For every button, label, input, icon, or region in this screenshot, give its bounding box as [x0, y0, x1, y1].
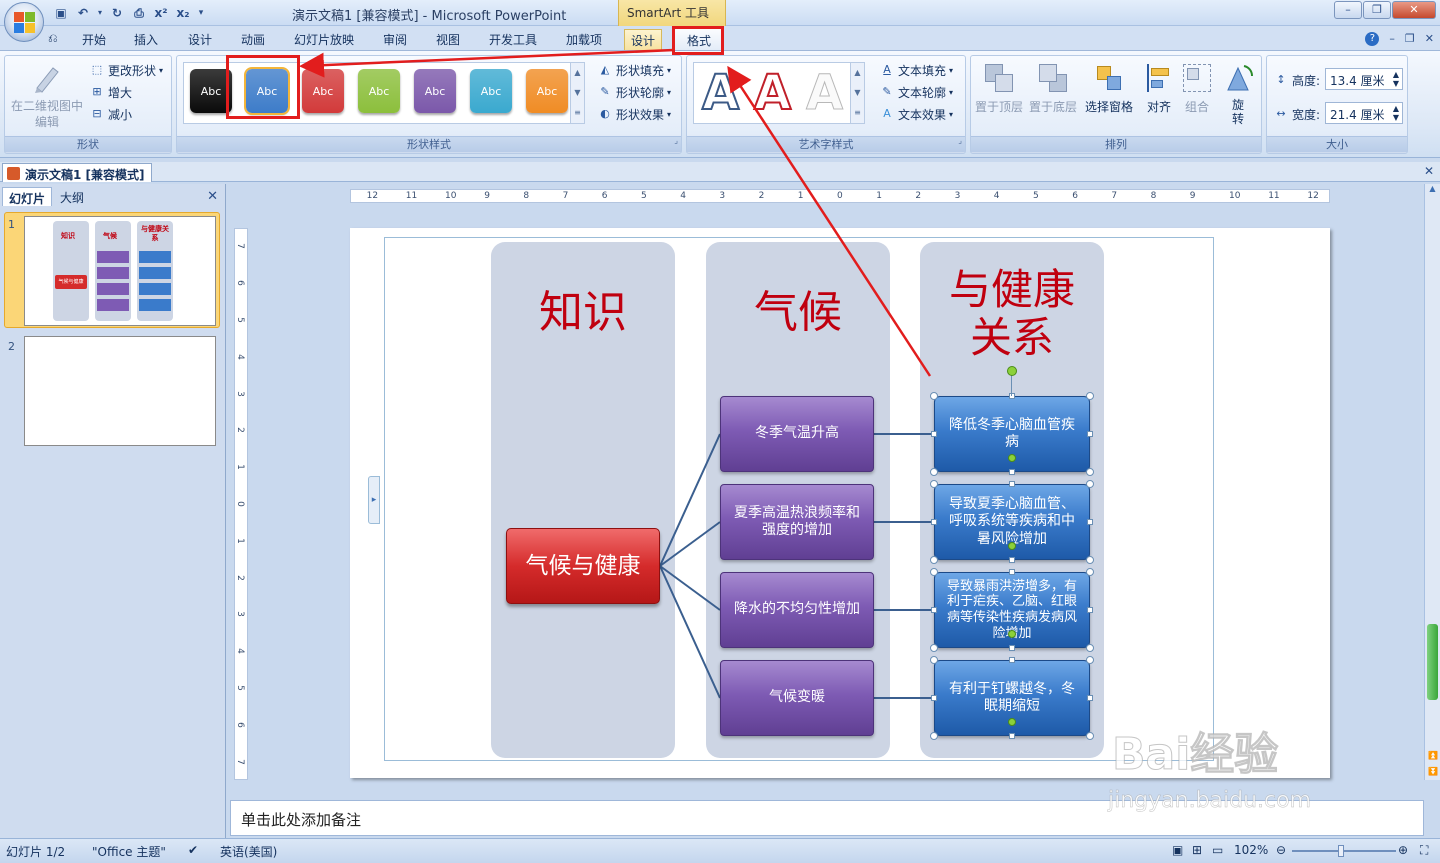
theme-name: "Office 主题"	[92, 845, 166, 859]
notes-placeholder: 单击此处添加备注	[241, 811, 362, 829]
slide-sorter-icon[interactable]: ⊞	[1192, 843, 1202, 857]
slide-position: 幻灯片 1/2	[6, 845, 66, 859]
status-bar: 幻灯片 1/2 "Office 主题" ✔ 英语(美国) ▣ ⊞ ▭ 102% …	[0, 838, 1440, 863]
vertical-scrollbar[interactable]: ▲ ⏫ ⏬	[1424, 184, 1440, 780]
scroll-up-icon[interactable]: ▲	[1425, 184, 1440, 200]
zoom-in-icon[interactable]: ⊕	[1398, 843, 1408, 857]
zoom-slider[interactable]	[1292, 850, 1396, 852]
office-logo-icon	[14, 12, 36, 34]
zoom-level[interactable]: 102%	[1234, 843, 1268, 857]
office-button[interactable]	[4, 2, 44, 42]
spellcheck-icon[interactable]: ✔	[188, 843, 198, 857]
next-slide-icon[interactable]: ⏬	[1425, 767, 1440, 776]
slideshow-view-icon[interactable]: ▭	[1212, 843, 1223, 857]
notes-pane[interactable]: 单击此处添加备注	[230, 800, 1424, 836]
language[interactable]: 英语(美国)	[220, 843, 277, 860]
zoom-slider-thumb[interactable]	[1338, 845, 1344, 857]
fit-to-window-icon[interactable]: ⛶	[1420, 843, 1428, 858]
normal-view-icon[interactable]: ▣	[1172, 843, 1183, 857]
annotation-arrows	[299, 48, 932, 377]
scroll-thumb[interactable]	[1427, 624, 1438, 700]
zoom-out-icon[interactable]: ⊖	[1276, 843, 1286, 857]
prev-slide-icon[interactable]: ⏫	[1425, 751, 1440, 760]
